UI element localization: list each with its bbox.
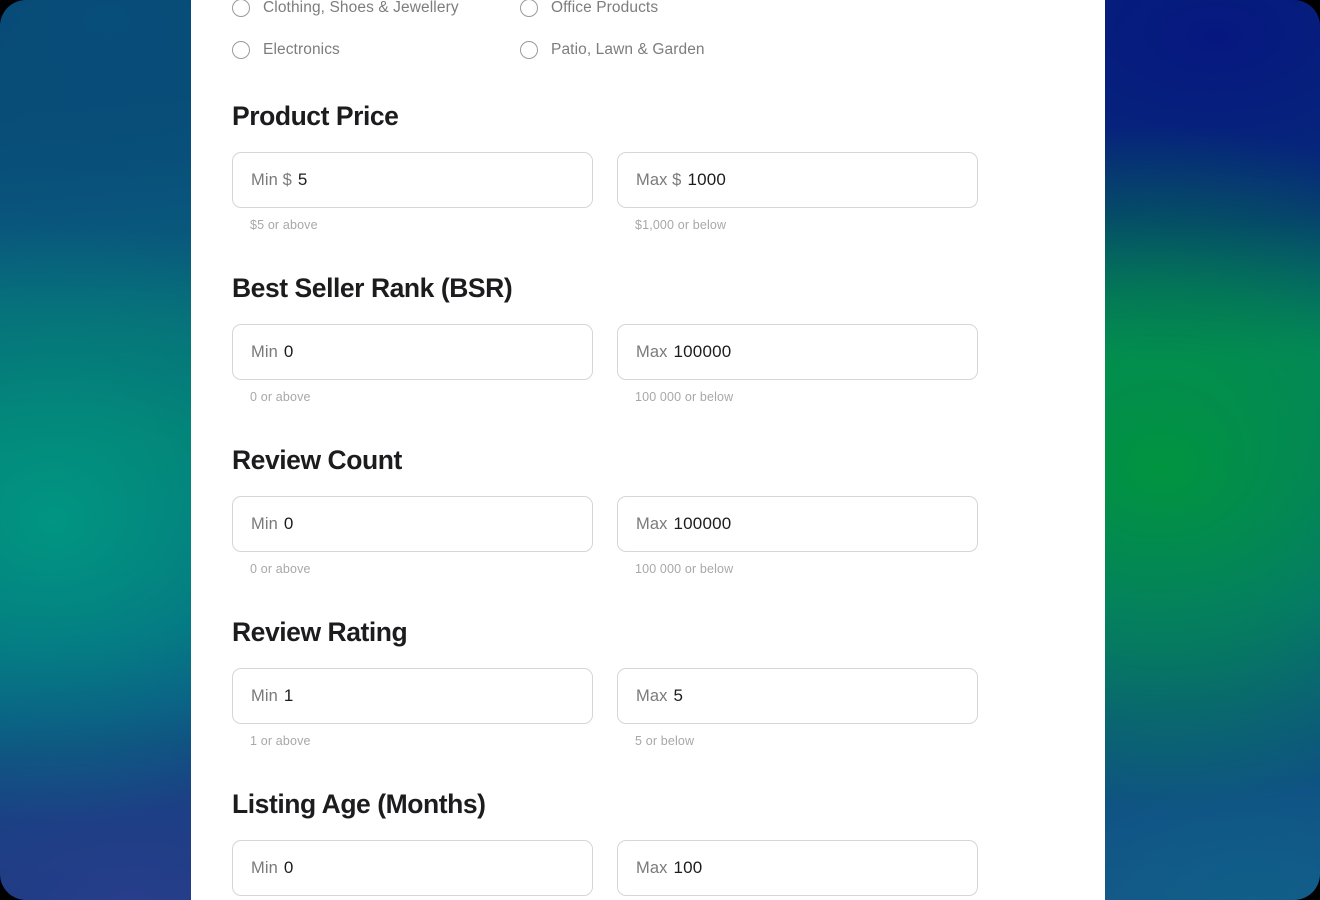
section-title: Product Price: [232, 101, 399, 131]
max-field-group: Max 100: [617, 840, 978, 896]
max-input-value: 100000: [673, 514, 732, 533]
screen: Clothing, Shoes & Jewellery Office Produc…: [0, 0, 1320, 900]
min-input-label: Min: [251, 514, 278, 533]
max-field-group: Max 5 5 or below: [617, 668, 978, 748]
min-input-hint: 0 or above: [250, 562, 311, 576]
radio-circle-icon[interactable]: [232, 41, 250, 59]
max-field-group: Max 100000 100 000 or below: [617, 496, 978, 576]
min-input[interactable]: Min 0: [232, 840, 593, 896]
max-input-hint: 100 000 or below: [635, 390, 734, 404]
min-input-hint: 0 or above: [250, 390, 311, 404]
min-max-field-row: Min $ 5 $5 or above Max $ 1000 $1,000 or belo…: [232, 152, 1064, 232]
max-input[interactable]: Max 100: [617, 840, 978, 896]
filter-section: Product Price Min $ 5 $5 or above Max $ 1000 $…: [232, 101, 1064, 232]
radio-circle-icon[interactable]: [520, 0, 538, 17]
min-input[interactable]: Min 0: [232, 496, 593, 552]
min-input-value: 0: [283, 858, 294, 877]
min-input[interactable]: Min $ 5: [232, 152, 593, 208]
min-input-hint: $5 or above: [250, 218, 318, 232]
filter-section: Listing Age (Months) Min 0 Max 100: [232, 789, 1064, 896]
section-title: Review Count: [232, 445, 402, 475]
category-option[interactable]: Office Products: [520, 0, 1064, 18]
min-field-group: Min 1 1 or above: [232, 668, 593, 748]
max-input-label: Max: [636, 686, 668, 705]
max-input-value: 100000: [673, 342, 732, 361]
min-input[interactable]: Min 0: [232, 324, 593, 380]
browser-page: Clothing, Shoes & Jewellery Office Produc…: [191, 0, 1105, 900]
min-input-value: 0: [283, 342, 294, 361]
section-title: Review Rating: [232, 617, 408, 647]
filter-section: Review Count Min 0 0 or above Max 100000 100 0…: [232, 445, 1064, 576]
min-max-field-row: Min 0 Max 100: [232, 840, 1064, 896]
min-input-label: Min $: [251, 170, 292, 189]
category-filter-group: Clothing, Shoes & Jewellery Office Produc…: [232, 0, 1064, 60]
category-option[interactable]: Patio, Lawn & Garden: [520, 40, 1064, 60]
max-input-label: Max: [636, 514, 668, 533]
category-option-label: Patio, Lawn & Garden: [551, 41, 705, 58]
max-input-hint: 5 or below: [635, 734, 695, 748]
category-option[interactable]: Electronics: [232, 40, 520, 60]
min-field-group: Min $ 5 $5 or above: [232, 152, 593, 232]
min-field-group: Min 0 0 or above: [232, 496, 593, 576]
max-input-value: 100: [673, 858, 703, 877]
min-input-hint: 1 or above: [250, 734, 311, 748]
category-option-label: Electronics: [263, 41, 340, 58]
section-title: Listing Age (Months): [232, 789, 486, 819]
max-input-label: Max: [636, 342, 668, 361]
radio-circle-icon[interactable]: [232, 0, 250, 17]
max-input[interactable]: Max $ 1000: [617, 152, 978, 208]
filter-section: Best Seller Rank (BSR) Min 0 0 or above Max 1…: [232, 273, 1064, 404]
max-input-hint: 100 000 or below: [635, 562, 734, 576]
max-field-group: Max 100000 100 000 or below: [617, 324, 978, 404]
min-input-label: Min: [251, 342, 278, 361]
max-input-label: Max: [636, 858, 668, 877]
max-input-value: 5: [673, 686, 684, 705]
min-input-value: 5: [297, 170, 308, 189]
filter-section: Review Rating Min 1 1 or above Max 5 5 or belo…: [232, 617, 1064, 748]
max-input[interactable]: Max 5: [617, 668, 978, 724]
max-input-hint: $1,000 or below: [635, 218, 727, 232]
min-input[interactable]: Min 1: [232, 668, 593, 724]
filter-sections: Product Price Min $5 $5 or above Max $1000 $…: [232, 101, 1064, 896]
filters-form: Clothing, Shoes & Jewellery Office Produc…: [191, 0, 1105, 896]
min-input-value: 1: [283, 686, 294, 705]
radio-circle-icon[interactable]: [520, 41, 538, 59]
max-input-label: Max $: [636, 170, 682, 189]
min-input-label: Min: [251, 858, 278, 877]
max-field-group: Max $ 1000 $1,000 or below: [617, 152, 978, 232]
category-option-label: Office Products: [551, 0, 659, 16]
min-max-field-row: Min 0 0 or above Max 100000 100 000 or below: [232, 496, 1064, 576]
max-input[interactable]: Max 100000: [617, 324, 978, 380]
min-input-value: 0: [283, 514, 294, 533]
min-field-group: Min 0 0 or above: [232, 324, 593, 404]
section-title: Best Seller Rank (BSR): [232, 273, 513, 303]
min-input-label: Min: [251, 686, 278, 705]
max-input[interactable]: Max 100000: [617, 496, 978, 552]
category-option[interactable]: Clothing, Shoes & Jewellery: [232, 0, 520, 18]
category-option-label: Clothing, Shoes & Jewellery: [263, 0, 459, 16]
min-field-group: Min 0: [232, 840, 593, 896]
min-max-field-row: Min 1 1 or above Max 5 5 or below: [232, 668, 1064, 748]
min-max-field-row: Min 0 0 or above Max 100000 100 000 or below: [232, 324, 1064, 404]
max-input-value: 1000: [687, 170, 727, 189]
